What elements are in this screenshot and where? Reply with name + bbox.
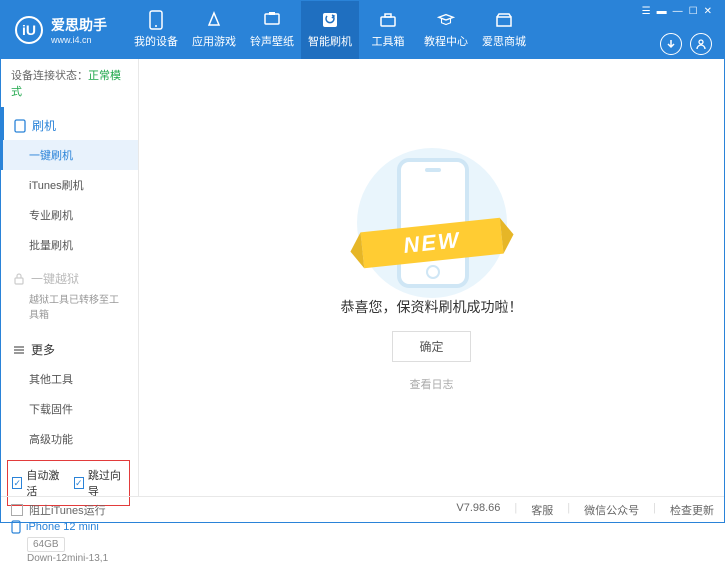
nav-ringtone-wallpaper[interactable]: 铃声壁纸 (243, 1, 301, 59)
footer-link-support[interactable]: 客服 (531, 502, 553, 518)
connection-status: 设备连接状态：正常模式 (1, 59, 138, 107)
window-controls: ☰ ▬ — ☐ ✕ (642, 6, 712, 17)
main-content: NEW 恭喜您，保资料刷机成功啦！ 确定 查看日志 (139, 59, 724, 496)
device-model: Down-12mini-13,1 (27, 553, 128, 564)
store-icon (495, 11, 513, 29)
footer-link-wechat[interactable]: 微信公众号 (584, 502, 639, 518)
checkbox-checked-icon: ✓ (74, 477, 84, 489)
checkbox-skip-guide[interactable]: ✓ 跳过向导 (74, 467, 126, 499)
menu-icon[interactable]: ☰ (642, 6, 651, 17)
block-itunes-label: 阻止iTunes运行 (29, 502, 106, 518)
titlebar-right: ☰ ▬ — ☐ ✕ (642, 6, 724, 55)
checkbox-block-itunes[interactable] (11, 504, 23, 516)
sidebar: 设备连接状态：正常模式 刷机 一键刷机 iTunes刷机 专业刷机 批量刷机 一… (1, 59, 139, 496)
sidebar-group-more[interactable]: 更多 (1, 331, 138, 364)
sidebar-group-jailbreak: 一键越狱 (1, 260, 138, 293)
nav-my-device[interactable]: 我的设备 (127, 1, 185, 59)
nav-smart-flash[interactable]: 智能刷机 (301, 1, 359, 59)
nav-tutorials[interactable]: 教程中心 (417, 1, 475, 59)
brand-logo-icon: iU (15, 16, 43, 44)
ringtone-icon (263, 11, 281, 29)
top-nav: 我的设备 应用游戏 铃声壁纸 智能刷机 工具箱 教程中心 (127, 1, 533, 59)
ok-button[interactable]: 确定 (392, 331, 470, 362)
apps-icon (205, 11, 223, 29)
view-log-link[interactable]: 查看日志 (410, 376, 454, 392)
nav-store[interactable]: 爱思商城 (475, 1, 533, 59)
device-capacity: 64GB (27, 537, 65, 552)
download-button[interactable] (660, 33, 682, 55)
skin-icon[interactable]: ▬ (657, 6, 667, 17)
brand-name: 爱思助手 (51, 15, 107, 35)
user-button[interactable] (690, 33, 712, 55)
nav-toolbox[interactable]: 工具箱 (359, 1, 417, 59)
sidebar-item-other-tools[interactable]: 其他工具 (1, 364, 138, 394)
phone-icon (14, 119, 26, 133)
sidebar-item-oneclick-flash[interactable]: 一键刷机 (1, 140, 138, 170)
titlebar: iU 爱思助手 www.i4.cn 我的设备 应用游戏 铃声壁纸 智能刷机 (1, 1, 724, 59)
device-info[interactable]: iPhone 12 mini 64GB Down-12mini-13,1 (1, 514, 138, 570)
checkbox-checked-icon: ✓ (12, 477, 22, 489)
close-icon[interactable]: ✕ (704, 6, 712, 17)
lock-icon (13, 273, 25, 285)
success-illustration: NEW (342, 163, 522, 283)
toolbox-icon (379, 11, 397, 29)
sidebar-item-advanced[interactable]: 高级功能 (1, 424, 138, 454)
maximize-icon[interactable]: ☐ (689, 6, 698, 17)
phone-icon (11, 520, 21, 534)
brand-url: www.i4.cn (51, 35, 107, 45)
nav-apps-games[interactable]: 应用游戏 (185, 1, 243, 59)
sidebar-item-itunes-flash[interactable]: iTunes刷机 (1, 170, 138, 200)
flash-icon (321, 11, 339, 29)
body: 设备连接状态：正常模式 刷机 一键刷机 iTunes刷机 专业刷机 批量刷机 一… (1, 59, 724, 496)
app-window: iU 爱思助手 www.i4.cn 我的设备 应用游戏 铃声壁纸 智能刷机 (0, 0, 725, 523)
sidebar-item-pro-flash[interactable]: 专业刷机 (1, 200, 138, 230)
footer-link-update[interactable]: 检查更新 (670, 502, 714, 518)
statusbar: 阻止iTunes运行 V7.98.66 | 客服 | 微信公众号 | 检查更新 (1, 496, 724, 522)
minimize-icon[interactable]: — (673, 6, 683, 17)
device-icon (147, 11, 165, 29)
sidebar-item-download-firmware[interactable]: 下载固件 (1, 394, 138, 424)
sidebar-group-flash[interactable]: 刷机 (1, 107, 138, 140)
brand: iU 爱思助手 www.i4.cn (1, 15, 121, 45)
jailbreak-moved-note: 越狱工具已转移至工具箱 (1, 293, 138, 331)
more-icon (13, 344, 25, 356)
tutorial-icon (437, 11, 455, 29)
device-name: iPhone 12 mini (11, 520, 128, 534)
version-label: V7.98.66 (456, 502, 500, 518)
sidebar-item-batch-flash[interactable]: 批量刷机 (1, 230, 138, 260)
success-message: 恭喜您，保资料刷机成功啦！ (341, 297, 523, 317)
checkbox-auto-activate[interactable]: ✓ 自动激活 (12, 467, 64, 499)
